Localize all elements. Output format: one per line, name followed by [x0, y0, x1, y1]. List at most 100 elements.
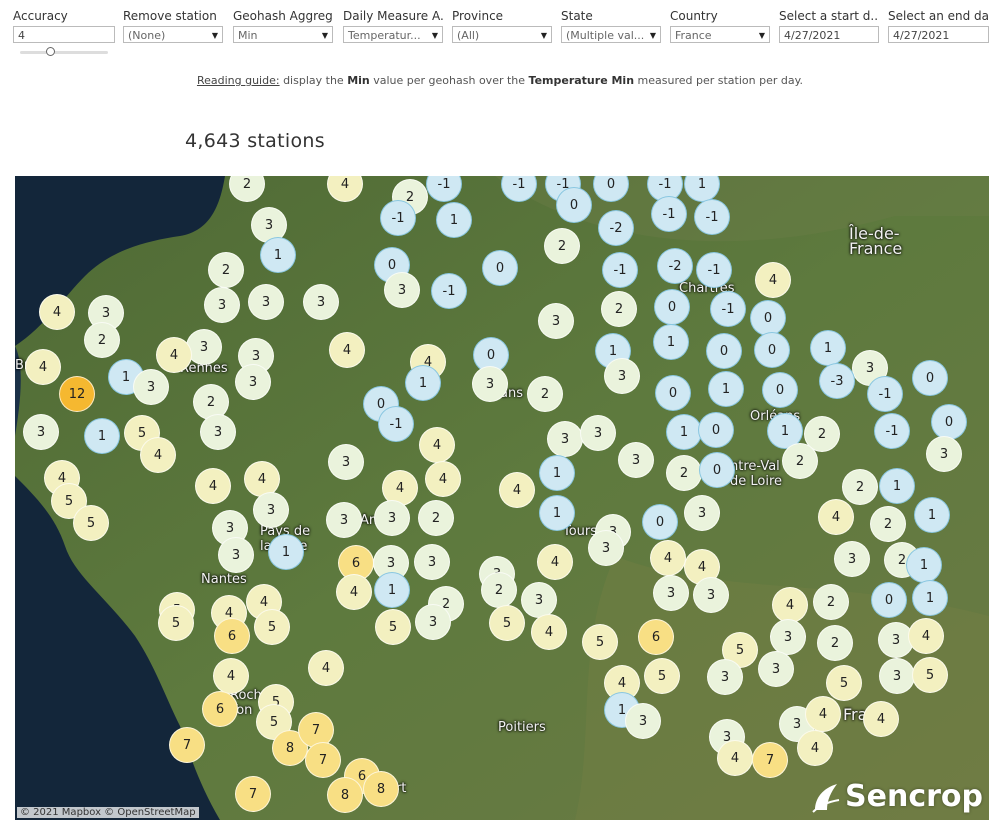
station-cluster-marker[interactable]: 3 [326, 502, 362, 538]
station-cluster-marker[interactable]: 3 [204, 287, 240, 323]
station-cluster-marker[interactable]: 4 [537, 544, 573, 580]
station-cluster-marker[interactable]: 4 [25, 349, 61, 385]
filter-input[interactable]: 4 [13, 26, 115, 43]
station-cluster-marker[interactable]: 4 [336, 574, 372, 610]
station-cluster-marker[interactable]: 3 [926, 436, 962, 472]
filter-dropdown[interactable]: (All) ▼ [452, 26, 552, 43]
station-cluster-marker[interactable]: 3 [693, 577, 729, 613]
map-attribution[interactable]: © 2021 Mapbox © OpenStreetMap [17, 807, 199, 818]
accuracy-slider-knob[interactable] [46, 47, 55, 56]
station-cluster-marker[interactable]: 4 [863, 701, 899, 737]
station-cluster-marker[interactable]: 3 [218, 537, 254, 573]
station-cluster-marker[interactable]: -1 [696, 252, 732, 288]
station-cluster-marker[interactable]: 1 [436, 202, 472, 238]
station-cluster-marker[interactable]: 1 [810, 330, 846, 366]
filter-dropdown[interactable]: Min ▼ [233, 26, 333, 43]
station-cluster-marker[interactable]: 4 [425, 461, 461, 497]
station-cluster-marker[interactable]: 1 [879, 468, 915, 504]
station-cluster-marker[interactable]: 4 [531, 614, 567, 650]
station-cluster-marker[interactable]: 4 [140, 437, 176, 473]
station-cluster-marker[interactable]: 4 [755, 262, 791, 298]
station-cluster-marker[interactable]: 5 [254, 609, 290, 645]
reading-guide-link[interactable]: Reading guide: [197, 74, 280, 87]
filter-input[interactable]: 4/27/2021 [888, 26, 989, 43]
filter-dropdown[interactable]: France ▼ [670, 26, 770, 43]
station-cluster-marker[interactable]: 3 [235, 364, 271, 400]
station-cluster-marker[interactable]: 0 [482, 250, 518, 286]
station-cluster-marker[interactable]: 4 [39, 294, 75, 330]
filter-input[interactable]: 4/27/2021 [779, 26, 879, 43]
station-cluster-marker[interactable]: 3 [521, 582, 557, 618]
station-cluster-marker[interactable]: 4 [195, 468, 231, 504]
station-cluster-marker[interactable]: 4 [650, 540, 686, 576]
station-cluster-marker[interactable]: 2 [817, 625, 853, 661]
station-cluster-marker[interactable]: 6 [202, 691, 238, 727]
station-cluster-marker[interactable]: 7 [752, 742, 788, 778]
station-cluster-marker[interactable]: 3 [758, 651, 794, 687]
station-cluster-marker[interactable]: 0 [750, 300, 786, 336]
station-cluster-marker[interactable]: 3 [472, 366, 508, 402]
station-cluster-marker[interactable]: 4 [908, 618, 944, 654]
station-cluster-marker[interactable]: 2 [601, 291, 637, 327]
station-cluster-marker[interactable]: 3 [374, 500, 410, 536]
station-cluster-marker[interactable]: 3 [625, 703, 661, 739]
station-cluster-marker[interactable]: 5 [489, 605, 525, 641]
station-cluster-marker[interactable]: 5 [826, 665, 862, 701]
station-cluster-marker[interactable]: 6 [214, 618, 250, 654]
station-cluster-marker[interactable]: 1 [539, 455, 575, 491]
station-cluster-marker[interactable]: 3 [414, 544, 450, 580]
station-cluster-marker[interactable]: 3 [133, 369, 169, 405]
station-cluster-marker[interactable]: 2 [481, 572, 517, 608]
station-cluster-marker[interactable]: -1 [710, 291, 746, 327]
station-cluster-marker[interactable]: 1 [405, 365, 441, 401]
station-cluster-marker[interactable]: 2 [544, 228, 580, 264]
accuracy-slider[interactable] [20, 47, 108, 56]
station-cluster-marker[interactable]: 4 [805, 696, 841, 732]
station-cluster-marker[interactable]: 1 [653, 324, 689, 360]
station-cluster-marker[interactable]: 0 [931, 404, 967, 440]
station-cluster-marker[interactable]: 0 [754, 332, 790, 368]
map-view[interactable]: Île-de- FranceChartresRennesOrléansntre-… [15, 176, 989, 820]
station-cluster-marker[interactable]: 4 [717, 740, 753, 776]
station-cluster-marker[interactable]: -1 [378, 406, 414, 442]
station-cluster-marker[interactable]: 3 [604, 358, 640, 394]
station-cluster-marker[interactable]: 1 [912, 580, 948, 616]
station-cluster-marker[interactable]: 3 [879, 658, 915, 694]
station-cluster-marker[interactable]: 5 [73, 505, 109, 541]
station-cluster-marker[interactable]: 0 [698, 412, 734, 448]
station-cluster-marker[interactable]: -1 [431, 273, 467, 309]
station-cluster-marker[interactable]: 0 [556, 187, 592, 223]
filter-dropdown[interactable]: Temperatur... ▼ [343, 26, 443, 43]
station-cluster-marker[interactable]: 2 [842, 469, 878, 505]
station-cluster-marker[interactable]: 3 [248, 284, 284, 320]
station-cluster-marker[interactable]: 5 [375, 609, 411, 645]
station-cluster-marker[interactable]: 5 [644, 658, 680, 694]
station-cluster-marker[interactable]: 0 [699, 452, 735, 488]
station-cluster-marker[interactable]: 1 [708, 371, 744, 407]
station-cluster-marker[interactable]: 7 [169, 727, 205, 763]
station-cluster-marker[interactable]: 1 [260, 237, 296, 273]
station-cluster-marker[interactable]: 0 [642, 504, 678, 540]
station-cluster-marker[interactable]: -1 [602, 252, 638, 288]
station-cluster-marker[interactable]: -1 [380, 200, 416, 236]
station-cluster-marker[interactable]: 2 [666, 455, 702, 491]
station-cluster-marker[interactable]: 2 [870, 506, 906, 542]
station-cluster-marker[interactable]: 0 [654, 289, 690, 325]
station-cluster-marker[interactable]: 3 [618, 442, 654, 478]
station-cluster-marker[interactable]: 3 [253, 492, 289, 528]
station-cluster-marker[interactable]: 5 [158, 605, 194, 641]
station-cluster-marker[interactable]: -1 [694, 199, 730, 235]
station-cluster-marker[interactable]: 4 [797, 730, 833, 766]
station-cluster-marker[interactable]: 3 [707, 659, 743, 695]
station-cluster-marker[interactable]: 12 [59, 376, 95, 412]
station-cluster-marker[interactable]: 3 [588, 530, 624, 566]
station-cluster-marker[interactable]: 0 [655, 375, 691, 411]
station-cluster-marker[interactable]: 5 [582, 624, 618, 660]
station-cluster-marker[interactable]: 1 [84, 418, 120, 454]
station-cluster-marker[interactable]: -2 [657, 248, 693, 284]
station-cluster-marker[interactable]: 4 [213, 658, 249, 694]
station-cluster-marker[interactable]: 2 [782, 443, 818, 479]
station-cluster-marker[interactable]: 1 [906, 547, 942, 583]
station-cluster-marker[interactable]: 4 [772, 587, 808, 623]
station-cluster-marker[interactable]: 2 [84, 322, 120, 358]
